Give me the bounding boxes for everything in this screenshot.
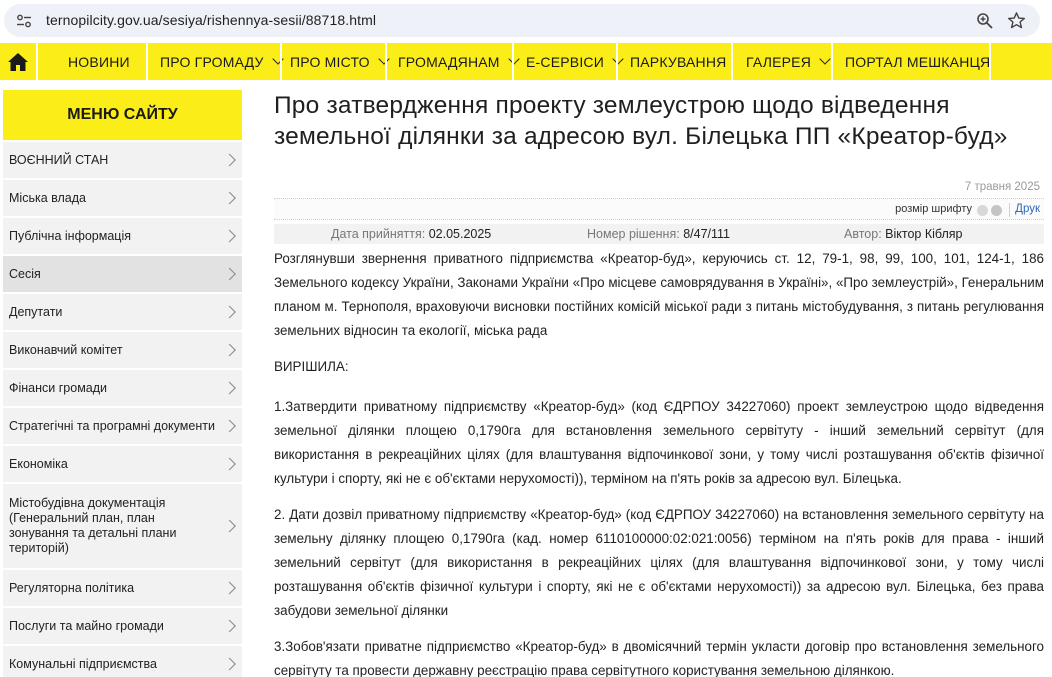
article: Про затвердження проекту землеустрою щод… (274, 90, 1044, 677)
decision-item-2: 2. Дати дозвіл приватному підприємству «… (274, 507, 1044, 618)
sidebar-item-strategic-documents[interactable]: Стратегічні та програмні документи (3, 406, 242, 444)
sidebar-heading: МЕНЮ САЙТУ (3, 90, 242, 140)
nav-item-parking[interactable]: ПАРКУВАННЯ (630, 43, 727, 80)
chevron-right-icon (223, 343, 236, 357)
nav-divider (616, 43, 618, 80)
sidebar-item-deputies[interactable]: Депутати (3, 292, 242, 330)
chevron-right-icon (223, 457, 236, 471)
url-text[interactable]: ternopilcity.gov.ua/sesiya/rishennya-ses… (46, 12, 376, 28)
decision-author: Автор: Віктор Кібляр (844, 227, 963, 241)
decision-number: Номер рішення: 8/47/111 (587, 227, 731, 241)
sidebar-item-city-government[interactable]: Міська влада (3, 178, 242, 216)
sidebar-menu: МЕНЮ САЙТУ ВОЄННИЙ СТАН Міська влада Пуб… (3, 90, 242, 677)
decision-item-3: 3.Зобов'язати приватне підприємство «Кре… (274, 639, 1044, 677)
nav-divider (989, 43, 991, 80)
article-body: Розглянувши звернення приватного підприє… (274, 247, 1044, 677)
main-nav-bar: НОВИНИ ПРО ГРОМАДУ ПРО МІСТО ГРОМАДЯНАМ … (0, 43, 1052, 80)
print-link[interactable]: Друк (1015, 203, 1040, 215)
resolved-heading: ВИРІШИЛА: (274, 359, 349, 374)
nav-item-resident-portal[interactable]: ПОРТАЛ МЕШКАНЦЯ (845, 43, 990, 80)
chevron-right-icon (223, 305, 236, 319)
bookmark-star-icon[interactable] (1007, 11, 1026, 30)
sidebar-item-finance[interactable]: Фінанси громади (3, 368, 242, 406)
chevron-down-icon (612, 53, 624, 65)
adoption-date: Дата прийняття: 02.05.2025 (331, 227, 492, 241)
address-bar[interactable]: ternopilcity.gov.ua/sesiya/rishennya-ses… (4, 4, 1040, 37)
publish-date: 7 травня 2025 (964, 181, 1040, 193)
nav-item-gallery[interactable]: ГАЛЕРЕЯ (746, 43, 831, 80)
chevron-right-icon (223, 191, 236, 205)
font-increase-icon[interactable] (991, 205, 1002, 216)
article-tools: розмір шрифту Друк (274, 198, 1044, 220)
sidebar-item-economy[interactable]: Економіка (3, 444, 242, 482)
chevron-right-icon (223, 619, 236, 633)
chevron-down-icon (378, 53, 390, 65)
sidebar-item-municipal-enterprises[interactable]: Комунальні підприємства (3, 644, 242, 677)
home-button[interactable] (0, 43, 36, 80)
font-size-label: розмір шрифту (895, 203, 972, 215)
nav-item-citizens[interactable]: ГРОМАДЯНАМ (398, 43, 520, 80)
chevron-right-icon (223, 581, 236, 595)
nav-divider (146, 43, 148, 80)
sidebar-item-martial-law[interactable]: ВОЄННИЙ СТАН (3, 140, 242, 178)
chevron-right-icon (223, 657, 236, 671)
sidebar-item-urban-planning[interactable]: Містобудівна документація (Генеральний п… (3, 482, 242, 568)
chevron-right-icon (223, 153, 236, 167)
nav-divider (280, 43, 282, 80)
chevron-right-icon (223, 229, 236, 243)
sidebar-item-public-info[interactable]: Публічна інформація (3, 216, 242, 254)
nav-divider (512, 43, 514, 80)
nav-divider (831, 43, 833, 80)
sidebar-item-regulatory-policy[interactable]: Регуляторна політика (3, 568, 242, 606)
sidebar-item-session[interactable]: Сесія (3, 254, 242, 292)
decision-meta: Дата прийняття: 02.05.2025 Номер рішення… (274, 224, 1044, 244)
main-nav: НОВИНИ ПРО ГРОМАДУ ПРО МІСТО ГРОМАДЯНАМ … (0, 42, 1052, 80)
nav-item-community[interactable]: ПРО ГРОМАДУ (160, 43, 284, 80)
home-icon (8, 52, 28, 71)
nav-divider (731, 43, 733, 80)
browser-toolbar: ternopilcity.gov.ua/sesiya/rishennya-ses… (0, 0, 1052, 42)
chevron-right-icon (223, 419, 236, 433)
font-decrease-icon[interactable] (977, 205, 988, 216)
nav-item-eservices[interactable]: Е-СЕРВІСИ (526, 43, 624, 80)
nav-divider (36, 43, 38, 80)
chevron-right-icon (223, 267, 236, 281)
zoom-icon[interactable] (976, 12, 994, 30)
nav-divider (385, 43, 387, 80)
tools-divider (1009, 203, 1010, 217)
chevron-right-icon (223, 381, 236, 395)
chevron-right-icon (223, 519, 236, 533)
site-settings-icon[interactable] (16, 13, 32, 29)
preamble-paragraph: Розглянувши звернення приватного підприє… (274, 251, 1044, 338)
chevron-down-icon (819, 53, 831, 65)
decision-item-1: 1.Затвердити приватному підприємству «Кр… (274, 399, 1044, 486)
nav-item-news[interactable]: НОВИНИ (68, 43, 130, 80)
nav-item-city[interactable]: ПРО МІСТО (290, 43, 390, 80)
sidebar-item-services-property[interactable]: Послуги та майно громади (3, 606, 242, 644)
page-title: Про затвердження проекту землеустрою щод… (274, 92, 1008, 150)
sidebar-item-executive-committee[interactable]: Виконавчий комітет (3, 330, 242, 368)
